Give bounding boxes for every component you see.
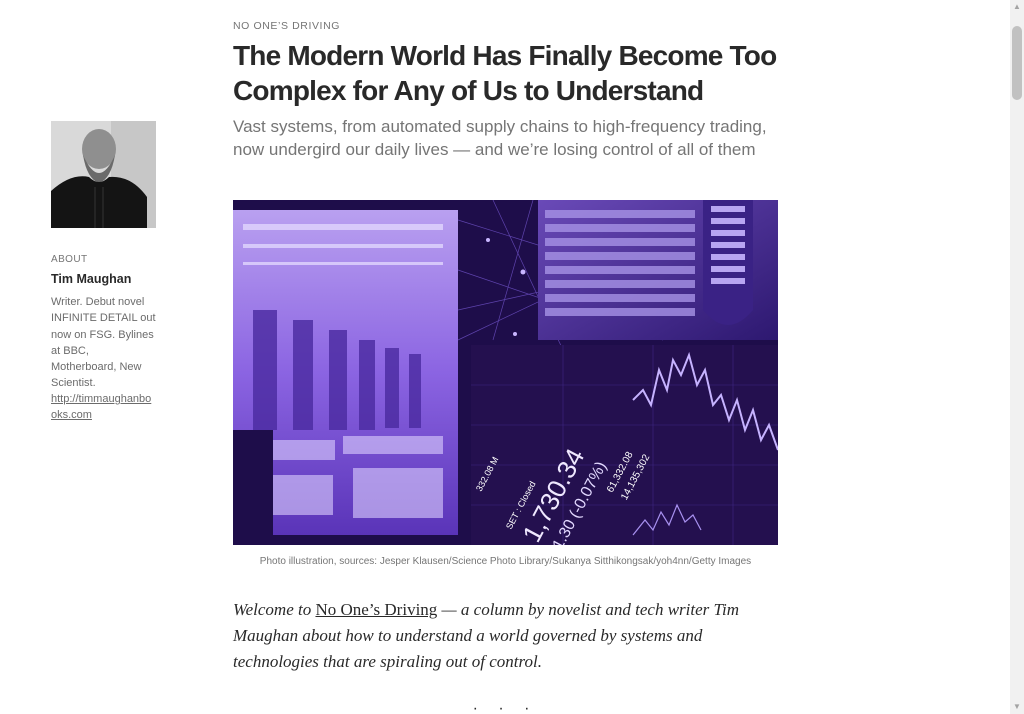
article-subtitle: Vast systems, from automated supply chai…	[233, 117, 767, 159]
author-name[interactable]: Tim Maughan	[51, 272, 131, 286]
article-headline: The Modern World Has Finally Become Too …	[233, 40, 777, 106]
author-website-link[interactable]: http://timmaughanbooks.com	[51, 391, 157, 424]
author-avatar[interactable]	[51, 121, 156, 228]
page-scrollbar[interactable]: ▲ ▼	[1010, 0, 1024, 714]
author-bio: Writer. Debut novel INFINITE DETAIL out …	[51, 296, 156, 390]
scroll-up-icon[interactable]: ▲	[1010, 0, 1024, 14]
hero-caption: Photo illustration, sources: Jesper Klau…	[259, 556, 752, 567]
article-page: ABOUT Tim Maughan Writer. Debut novel IN…	[0, 0, 1024, 714]
about-label: ABOUT	[51, 254, 88, 265]
intro-paragraph: Welcome to No One’s Driving — a column b…	[233, 597, 781, 675]
section-separator: · · ·	[472, 700, 538, 714]
intro-prefix: Welcome to	[233, 600, 316, 619]
scroll-down-icon[interactable]: ▼	[1010, 700, 1024, 714]
column-kicker[interactable]: NO ONE’S DRIVING	[233, 20, 340, 32]
hero-image: SET : Closed 1,730.34 -1.30 (-0.07%) 61,…	[233, 200, 778, 545]
scroll-thumb[interactable]	[1012, 26, 1022, 100]
column-link[interactable]: No One’s Driving	[315, 600, 437, 619]
